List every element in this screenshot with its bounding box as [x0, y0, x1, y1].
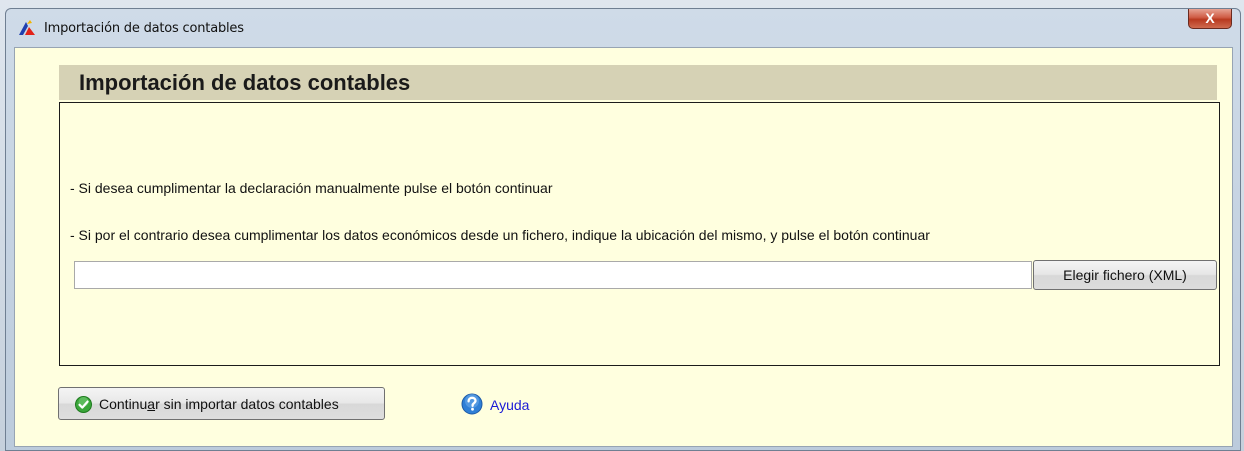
close-button[interactable]: X	[1188, 9, 1232, 29]
dialog-window: Importación de datos contables X Importa…	[5, 8, 1241, 451]
title-bar[interactable]: Importación de datos contables X	[6, 9, 1240, 47]
app-logo-icon	[19, 20, 35, 35]
help-question-icon	[461, 393, 483, 415]
file-instruction: - Si por el contrario desea cumplimentar…	[70, 227, 930, 243]
mnemonic-letter: a	[147, 396, 156, 412]
continue-without-import-button[interactable]: Continuar sin importar datos contables	[58, 387, 385, 420]
window-title: Importación de datos contables	[44, 21, 244, 36]
manual-instruction: - Si desea cumplimentar la declaración m…	[70, 180, 553, 196]
continue-button-label: Continuar sin importar datos contables	[99, 396, 339, 412]
file-path-input[interactable]	[74, 261, 1032, 289]
choose-file-button[interactable]: Elegir fichero (XML)	[1033, 260, 1217, 290]
dialog-content: Importación de datos contables - Si dese…	[14, 47, 1233, 447]
section-header: Importación de datos contables	[59, 65, 1217, 100]
page-title: Importación de datos contables	[79, 70, 411, 95]
green-check-icon	[75, 396, 92, 413]
help-link-label: Ayuda	[490, 397, 530, 413]
instructions-panel: - Si desea cumplimentar la declaración m…	[59, 102, 1220, 366]
